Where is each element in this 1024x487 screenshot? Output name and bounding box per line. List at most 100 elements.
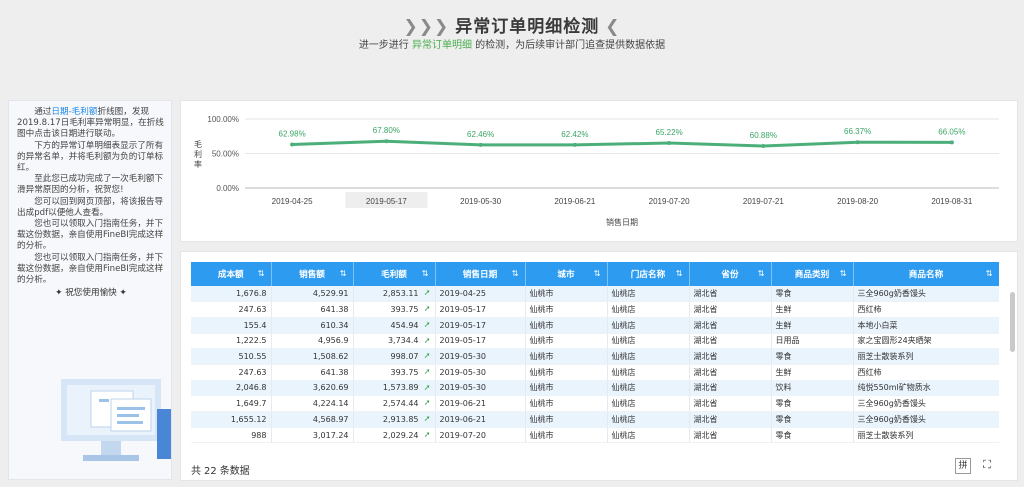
table-row[interactable]: 510.55 1,508.62 998.07 ➚ 2019-05-30 仙桃市 仙桃店 湖北省… <box>191 348 999 365</box>
page-title: 异常订单明细检测 <box>455 17 600 37</box>
table-row[interactable]: 1,655.12 4,568.97 2,913.85 ➚ 2019-06-21 仙桃市 仙桃… <box>191 411 999 428</box>
table-scrollbar[interactable] <box>1010 292 1015 352</box>
table-cell: 零食 <box>771 427 854 444</box>
table-row[interactable]: 1,676.8 4,529.91 2,853.11 ➚ 2019-04-25 仙桃市 仙桃店… <box>191 286 999 303</box>
profit-value: 2,574.44 <box>382 399 419 409</box>
data-point[interactable] <box>855 140 860 145</box>
table-cell: 仙桃店 <box>607 427 690 444</box>
table-cell: 4,956.9 <box>271 333 354 350</box>
y-tick-label: 100.00% <box>207 115 239 124</box>
column-header[interactable]: 省份 ⇅ <box>689 262 772 286</box>
sort-icon[interactable]: ⇅ <box>594 269 601 278</box>
table-cell: 2019-07-20 <box>435 427 526 444</box>
page-title-row: ❯❯❯ 异常订单明细检测 ❮ <box>0 12 1024 37</box>
x-tick-label[interactable]: 2019-04-25 <box>272 197 313 206</box>
column-header[interactable]: 门店名称 ⇅ <box>607 262 690 286</box>
table-cell: 仙桃店 <box>607 364 690 381</box>
x-tick-label[interactable]: 2019-06-21 <box>554 197 595 206</box>
guide-wish: ✦ 祝您使用愉快 ✦ <box>55 288 127 299</box>
guide-paragraph-1: 通过日期-毛利额折线图，发现2019.8.17日毛利率异常明显，在折线图中点击该… <box>17 107 165 141</box>
y-tick-label: 0.00% <box>216 184 239 193</box>
table-cell: 湖北省 <box>689 333 772 350</box>
table-row[interactable]: 247.63 641.38 393.75 ➚ 2019-05-17 仙桃市 仙桃店 湖北省 生鲜… <box>191 301 999 318</box>
guide-paragraph-4: 您可以回到网页顶部，将该报告导出成pdf以便他人查看。 <box>17 196 164 218</box>
x-tick-label[interactable]: 2019-05-17 <box>366 197 407 206</box>
table-scroll-area[interactable]: 成本额 ⇅ 销售额 ⇅ 毛利额 ⇅ 销售日期 ⇅ 城市 ⇅ 门店名称 ⇅ 省份 ⇅ 商品类别 ⇅ 商品名称 ⇅ 1… <box>191 262 999 457</box>
table-cell: 2019-05-17 <box>435 301 526 318</box>
column-header[interactable]: 商品名称 ⇅ <box>853 262 999 286</box>
table-cell: 393.75 ➚ <box>353 301 436 318</box>
data-point[interactable] <box>384 139 389 144</box>
data-label: 62.42% <box>561 130 588 139</box>
trend-up-icon: ➚ <box>423 288 431 297</box>
table-cell: 湖北省 <box>689 395 772 412</box>
data-point[interactable] <box>478 142 483 147</box>
sort-icon[interactable]: ⇅ <box>758 269 765 278</box>
table-cell: 988 <box>191 427 272 444</box>
table-cell: 2019-06-21 <box>435 395 526 412</box>
sort-icon[interactable]: ⇅ <box>840 269 847 278</box>
table-row[interactable]: 1,222.5 4,956.9 3,734.4 ➚ 2019-05-17 仙桃市 仙桃店 湖北… <box>191 333 999 350</box>
sort-icon[interactable]: ⇅ <box>512 269 519 278</box>
column-header[interactable]: 销售日期 ⇅ <box>435 262 526 286</box>
column-header[interactable]: 商品类别 ⇅ <box>771 262 854 286</box>
data-point[interactable] <box>761 143 766 148</box>
x-tick-label[interactable]: 2019-05-30 <box>460 197 501 206</box>
sort-icon[interactable]: ⇅ <box>676 269 683 278</box>
table-cell: 生鲜 <box>771 364 854 381</box>
table-row[interactable]: 155.4 610.34 454.94 ➚ 2019-05-17 仙桃市 仙桃店 湖北省 生鲜本… <box>191 317 999 334</box>
sort-icon[interactable]: ⇅ <box>340 269 347 278</box>
column-header[interactable]: 销售额 ⇅ <box>271 262 354 286</box>
trend-up-icon: ➚ <box>423 304 431 314</box>
table-cell: 仙桃店 <box>607 395 690 412</box>
table-cell: 454.94 ➚ <box>353 317 436 334</box>
table-cell: 零食 <box>771 411 854 428</box>
table-cell: 仙桃市 <box>525 317 608 334</box>
table-cell: 仙桃店 <box>607 301 690 318</box>
table-row[interactable]: 247.63 641.38 393.75 ➚ 2019-05-30 仙桃市 仙桃店 湖北省 生鲜… <box>191 364 999 381</box>
table-cell: 仙桃市 <box>525 364 608 381</box>
x-tick-label[interactable]: 2019-08-20 <box>837 197 878 206</box>
y-axis-label-char: 毛 <box>194 139 202 149</box>
table-row[interactable]: 988 3,017.24 2,029.24 ➚ 2019-07-20 仙桃市 仙桃店 湖北省零… <box>191 427 999 444</box>
table-cell: 丽芝士散装系列 <box>853 427 999 444</box>
profit-value: 998.07 <box>390 352 419 362</box>
table-cell: 零食 <box>771 348 854 365</box>
table-cell: 4,224.14 <box>271 395 354 412</box>
table-cell: 3,620.69 <box>271 380 354 397</box>
abnormal-order-table-card: 成本额 ⇅ 销售额 ⇅ 毛利额 ⇅ 销售日期 ⇅ 城市 ⇅ 门店名称 ⇅ 省份 ⇅ 商品类别 ⇅ 商品名称 ⇅ 1… <box>180 251 1018 481</box>
sort-icon[interactable]: ⇅ <box>986 269 993 278</box>
column-header[interactable]: 成本额 ⇅ <box>191 262 272 286</box>
footer-post: 条数据 <box>219 466 250 477</box>
column-header[interactable]: 城市 ⇅ <box>525 262 608 286</box>
sort-icon[interactable]: ⇅ <box>422 269 429 278</box>
table-cell: 仙桃市 <box>525 427 608 444</box>
table-cell: 247.63 <box>191 364 272 381</box>
table-row[interactable]: 1,649.7 4,224.14 2,574.44 ➚ 2019-06-21 仙桃市 仙桃店… <box>191 395 999 412</box>
pinyin-sort-button[interactable]: 拼 <box>955 458 971 474</box>
subtitle-highlight: 异常订单明细 <box>412 40 472 51</box>
table-cell: 仙桃市 <box>525 411 608 428</box>
expand-icon[interactable]: ⛶ <box>979 458 995 474</box>
table-cell: 生鲜 <box>771 317 854 334</box>
data-point[interactable] <box>290 142 295 147</box>
table-cell: 仙桃店 <box>607 348 690 365</box>
gross-margin-line-chart: 100.00% 50.00% 0.00% 毛利率 62.98% 67.80% 62.46% 6… <box>180 100 1018 242</box>
data-label: 65.22% <box>656 128 683 137</box>
table-cell: 丽芝士散装系列 <box>853 348 999 365</box>
data-point[interactable] <box>949 140 954 145</box>
date-profit-link[interactable]: 日期-毛利额 <box>51 107 97 117</box>
data-point[interactable] <box>572 142 577 147</box>
table-row[interactable]: 2,046.8 3,620.69 1,573.89 ➚ 2019-05-30 仙桃市 仙桃店… <box>191 380 999 397</box>
x-tick-label[interactable]: 2019-07-20 <box>649 197 690 206</box>
data-point[interactable] <box>667 140 672 145</box>
table-cell: 零食 <box>771 395 854 412</box>
column-header[interactable]: 毛利额 ⇅ <box>353 262 436 286</box>
sort-icon[interactable]: ⇅ <box>258 269 265 278</box>
margin-series-line[interactable] <box>292 139 952 148</box>
column-header-label: 商品类别 <box>794 270 830 280</box>
guide-panel: 通过日期-毛利额折线图，发现2019.8.17日毛利率异常明显，在折线图中点击该… <box>8 100 172 480</box>
x-tick-label[interactable]: 2019-08-31 <box>931 197 972 206</box>
x-tick-label[interactable]: 2019-07-21 <box>743 197 784 206</box>
trend-up-icon: ➚ <box>423 351 431 361</box>
